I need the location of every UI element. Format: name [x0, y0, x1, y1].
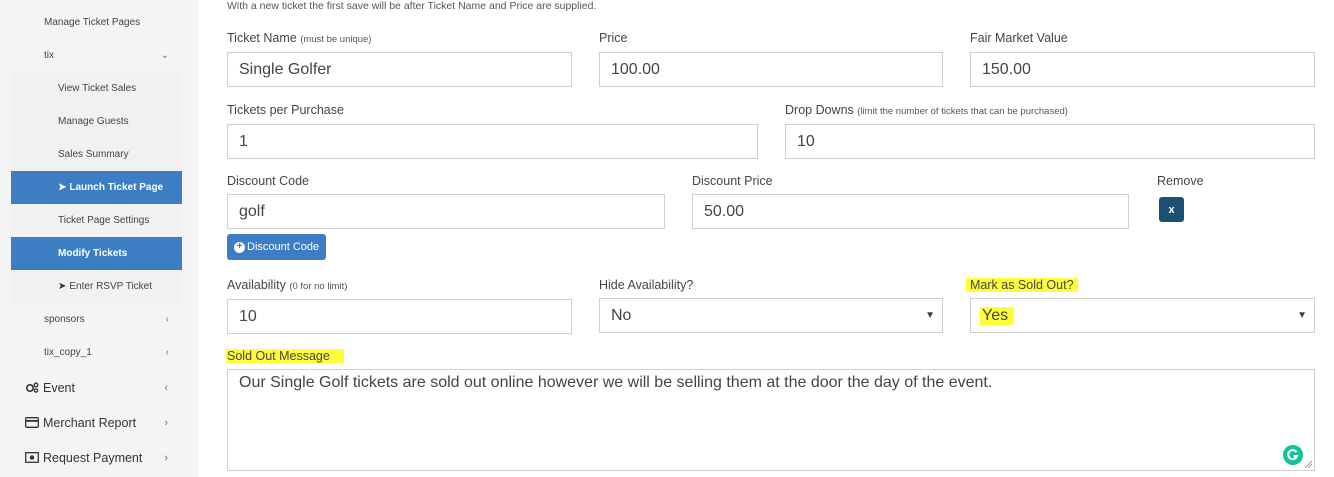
credit-card-icon [25, 417, 39, 428]
drop-downs-label: Drop Downs (limit the number of tickets … [785, 103, 1068, 117]
sidebar-item-request-payment[interactable]: Request Payment › [0, 440, 199, 475]
sidebar-item-manage-ticket-pages[interactable]: Manage Ticket Pages [11, 6, 182, 39]
plus-circle-icon: + [234, 241, 245, 253]
chevron-left-icon: ‹ [165, 347, 169, 358]
rocket-icon: ➤ [58, 281, 67, 292]
fair-market-value-input[interactable]: 150.00 [970, 52, 1315, 87]
ticket-name-input[interactable]: Single Golfer [227, 52, 572, 87]
cogs-icon [25, 382, 39, 393]
tickets-per-purchase-label: Tickets per Purchase [227, 103, 344, 117]
mark-sold-out-value: Yes [980, 306, 1015, 325]
availability-input[interactable]: 10 [227, 299, 572, 334]
remove-label: Remove [1157, 174, 1204, 188]
ticket-name-label: Ticket Name (must be unique) [227, 31, 372, 45]
discount-price-label: Discount Price [692, 174, 773, 188]
sidebar-item-ticket-page-settings[interactable]: Ticket Page Settings [11, 204, 182, 237]
resize-handle-icon[interactable] [1304, 460, 1312, 468]
sold-out-message-label: Sold Out Message [226, 349, 344, 363]
sidebar-item-label: tix [44, 50, 54, 61]
sidebar-item-label: Ticket Page Settings [58, 215, 150, 226]
grammarly-icon[interactable] [1283, 445, 1303, 465]
chevron-left-icon: ‹ [164, 381, 168, 394]
dropdown-arrow-icon: ▼ [1297, 310, 1307, 321]
sidebar-item-view-ticket-sales[interactable]: View Ticket Sales [11, 72, 182, 105]
mark-sold-out-select[interactable]: Yes ▼ [970, 298, 1315, 333]
sidebar-item-enter-rsvp-ticket[interactable]: ➤ Enter RSVP Ticket [11, 270, 182, 303]
chevron-right-icon: › [164, 451, 168, 464]
add-discount-code-button[interactable]: + Discount Code [227, 234, 326, 260]
chevron-right-icon: › [164, 416, 168, 429]
sidebar-item-label: sponsors [44, 314, 85, 325]
sidebar-item-launch-ticket-page[interactable]: ➤ Launch Ticket Page [11, 171, 182, 204]
sold-out-message-textarea[interactable]: Our Single Golf tickets are sold out onl… [227, 369, 1315, 471]
tickets-per-purchase-input[interactable]: 1 [227, 124, 758, 159]
discount-code-label: Discount Code [227, 174, 309, 188]
sidebar-item-label: Sales Summary [58, 149, 129, 160]
remove-discount-button[interactable]: x [1159, 197, 1184, 222]
drop-downs-input[interactable]: 10 [785, 124, 1315, 159]
rocket-icon: ➤ [58, 182, 67, 193]
sidebar-item-label: Launch Ticket Page [69, 182, 164, 193]
hide-availability-select[interactable]: No ▼ [599, 298, 943, 333]
add-discount-code-label: Discount Code [247, 241, 320, 253]
ticket-form: With a new ticket the first save will be… [200, 0, 1334, 477]
sidebar-item-sales-summary[interactable]: Sales Summary [11, 138, 182, 171]
sidebar-item-label: Enter RSVP Ticket [69, 281, 153, 292]
sidebar-item-label: Manage Guests [58, 116, 129, 127]
sidebar-item-event[interactable]: Event ‹ [0, 370, 199, 405]
chevron-left-icon: ‹ [165, 314, 169, 325]
sidebar-item-label: View Ticket Sales [58, 83, 137, 94]
discount-price-input[interactable]: 50.00 [692, 194, 1129, 229]
sidebar-item-modify-tickets[interactable]: Modify Tickets [11, 237, 182, 270]
sidebar-item-label: Merchant Report [43, 415, 137, 430]
sidebar-item-merchant-report[interactable]: Merchant Report › [0, 405, 199, 440]
fair-market-value-label: Fair Market Value [970, 31, 1068, 45]
sidebar-item-label: tix_copy_1 [44, 347, 92, 358]
price-label: Price [599, 31, 628, 45]
availability-label: Availability (0 for no limit) [227, 278, 348, 292]
sidebar-item-label: Event [43, 380, 75, 395]
sidebar-item-tix[interactable]: tix ⌄ [11, 39, 182, 72]
sidebar-item-manage-guests[interactable]: Manage Guests [11, 105, 182, 138]
hide-availability-value: No [611, 306, 632, 324]
mark-sold-out-label: Mark as Sold Out? [966, 278, 1078, 292]
money-icon [25, 452, 39, 463]
discount-code-input[interactable]: golf [227, 194, 665, 229]
dropdown-arrow-icon: ▼ [925, 310, 935, 321]
sidebar-item-label: Modify Tickets [58, 248, 128, 259]
price-input[interactable]: 100.00 [599, 52, 943, 87]
sidebar-item-sponsors[interactable]: sponsors ‹ [11, 303, 182, 336]
sidebar-item-label: Request Payment [43, 450, 143, 465]
form-hint: With a new ticket the first save will be… [227, 0, 597, 12]
sidebar-item-tix-copy-1[interactable]: tix_copy_1 ‹ [11, 336, 182, 369]
sidebar-item-label: Manage Ticket Pages [44, 17, 141, 28]
sidebar: Manage Ticket Pages tix ⌄ View Ticket Sa… [0, 0, 199, 477]
hide-availability-label: Hide Availability? [599, 278, 694, 292]
chevron-down-icon: ⌄ [160, 50, 169, 61]
